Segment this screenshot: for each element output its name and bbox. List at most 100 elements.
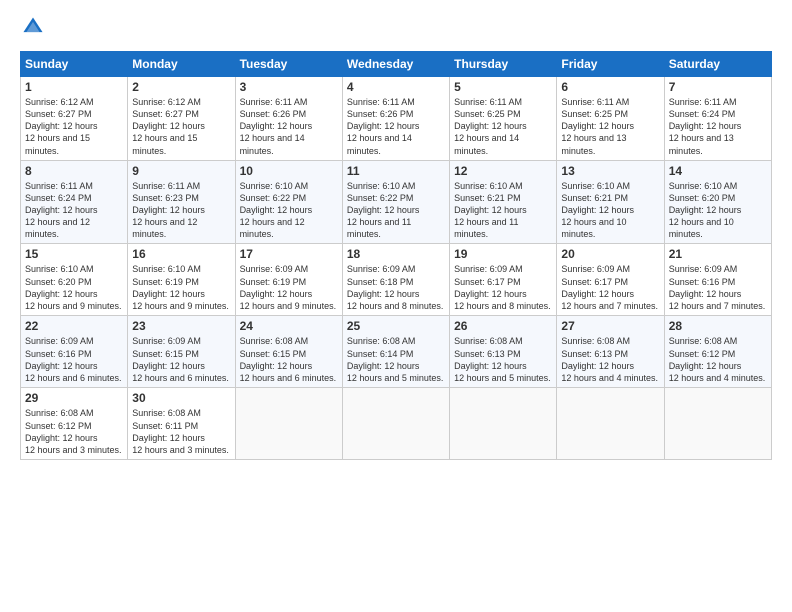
day-info: Sunrise: 6:08 AMSunset: 6:13 PMDaylight:… — [454, 335, 552, 384]
day-info: Sunrise: 6:08 AMSunset: 6:13 PMDaylight:… — [561, 335, 659, 384]
day-number: 3 — [240, 80, 338, 94]
day-cell: 22 Sunrise: 6:09 AMSunset: 6:16 PMDayligh… — [21, 316, 128, 388]
day-cell: 21 Sunrise: 6:09 AMSunset: 6:16 PMDayligh… — [664, 244, 771, 316]
col-header-wednesday: Wednesday — [342, 52, 449, 77]
day-info: Sunrise: 6:09 AMSunset: 6:18 PMDaylight:… — [347, 263, 445, 312]
day-cell: 4 Sunrise: 6:11 AMSunset: 6:26 PMDaylight… — [342, 77, 449, 161]
day-info: Sunrise: 6:12 AMSunset: 6:27 PMDaylight:… — [25, 96, 123, 157]
day-cell: 24 Sunrise: 6:08 AMSunset: 6:15 PMDayligh… — [235, 316, 342, 388]
day-number: 27 — [561, 319, 659, 333]
day-cell: 8 Sunrise: 6:11 AMSunset: 6:24 PMDaylight… — [21, 160, 128, 244]
day-number: 13 — [561, 164, 659, 178]
day-number: 11 — [347, 164, 445, 178]
day-number: 30 — [132, 391, 230, 405]
header — [20, 16, 772, 43]
day-cell: 15 Sunrise: 6:10 AMSunset: 6:20 PMDayligh… — [21, 244, 128, 316]
logo — [20, 16, 46, 43]
day-info: Sunrise: 6:10 AMSunset: 6:22 PMDaylight:… — [347, 180, 445, 241]
day-cell: 7 Sunrise: 6:11 AMSunset: 6:24 PMDaylight… — [664, 77, 771, 161]
calendar-table: SundayMondayTuesdayWednesdayThursdayFrid… — [20, 51, 772, 460]
day-info: Sunrise: 6:08 AMSunset: 6:11 PMDaylight:… — [132, 407, 230, 456]
day-number: 8 — [25, 164, 123, 178]
day-number: 10 — [240, 164, 338, 178]
day-cell: 30 Sunrise: 6:08 AMSunset: 6:11 PMDayligh… — [128, 388, 235, 460]
day-info: Sunrise: 6:11 AMSunset: 6:24 PMDaylight:… — [25, 180, 123, 241]
day-number: 23 — [132, 319, 230, 333]
day-number: 4 — [347, 80, 445, 94]
day-cell — [557, 388, 664, 460]
day-info: Sunrise: 6:09 AMSunset: 6:15 PMDaylight:… — [132, 335, 230, 384]
day-cell — [450, 388, 557, 460]
day-cell: 12 Sunrise: 6:10 AMSunset: 6:21 PMDayligh… — [450, 160, 557, 244]
day-info: Sunrise: 6:12 AMSunset: 6:27 PMDaylight:… — [132, 96, 230, 157]
day-info: Sunrise: 6:10 AMSunset: 6:22 PMDaylight:… — [240, 180, 338, 241]
day-info: Sunrise: 6:09 AMSunset: 6:19 PMDaylight:… — [240, 263, 338, 312]
day-cell: 9Sunrise: 6:11 AMSunset: 6:23 PMDaylight… — [128, 160, 235, 244]
day-cell: 5 Sunrise: 6:11 AMSunset: 6:25 PMDaylight… — [450, 77, 557, 161]
day-info: Sunrise: 6:09 AMSunset: 6:16 PMDaylight:… — [669, 263, 767, 312]
day-cell — [664, 388, 771, 460]
day-number: 15 — [25, 247, 123, 261]
day-cell: 16 Sunrise: 6:10 AMSunset: 6:19 PMDayligh… — [128, 244, 235, 316]
day-cell: 17 Sunrise: 6:09 AMSunset: 6:19 PMDayligh… — [235, 244, 342, 316]
day-info: Sunrise: 6:09 AMSunset: 6:17 PMDaylight:… — [454, 263, 552, 312]
day-cell: 20 Sunrise: 6:09 AMSunset: 6:17 PMDayligh… — [557, 244, 664, 316]
day-info: Sunrise: 6:08 AMSunset: 6:15 PMDaylight:… — [240, 335, 338, 384]
day-number: 20 — [561, 247, 659, 261]
day-cell: 14 Sunrise: 6:10 AMSunset: 6:20 PMDayligh… — [664, 160, 771, 244]
day-info: Sunrise: 6:10 AMSunset: 6:20 PMDaylight:… — [669, 180, 767, 241]
day-info: Sunrise: 6:09 AMSunset: 6:16 PMDaylight:… — [25, 335, 123, 384]
day-number: 22 — [25, 319, 123, 333]
col-header-friday: Friday — [557, 52, 664, 77]
day-info: Sunrise: 6:10 AMSunset: 6:20 PMDaylight:… — [25, 263, 123, 312]
day-info: Sunrise: 6:10 AMSunset: 6:19 PMDaylight:… — [132, 263, 230, 312]
day-cell: 1 Sunrise: 6:12 AMSunset: 6:27 PMDaylight… — [21, 77, 128, 161]
week-row-4: 22 Sunrise: 6:09 AMSunset: 6:16 PMDayligh… — [21, 316, 772, 388]
day-info: Sunrise: 6:11 AMSunset: 6:23 PMDaylight:… — [132, 180, 230, 241]
day-info: Sunrise: 6:08 AMSunset: 6:12 PMDaylight:… — [669, 335, 767, 384]
logo-icon — [22, 16, 44, 38]
day-cell: 3Sunrise: 6:11 AMSunset: 6:26 PMDaylight… — [235, 77, 342, 161]
day-cell: 13 Sunrise: 6:10 AMSunset: 6:21 PMDayligh… — [557, 160, 664, 244]
day-number: 24 — [240, 319, 338, 333]
week-row-3: 15 Sunrise: 6:10 AMSunset: 6:20 PMDayligh… — [21, 244, 772, 316]
day-cell — [342, 388, 449, 460]
day-cell: 19 Sunrise: 6:09 AMSunset: 6:17 PMDayligh… — [450, 244, 557, 316]
day-number: 1 — [25, 80, 123, 94]
col-header-thursday: Thursday — [450, 52, 557, 77]
day-cell — [235, 388, 342, 460]
day-info: Sunrise: 6:10 AMSunset: 6:21 PMDaylight:… — [454, 180, 552, 241]
day-cell: 23 Sunrise: 6:09 AMSunset: 6:15 PMDayligh… — [128, 316, 235, 388]
day-cell: 10 Sunrise: 6:10 AMSunset: 6:22 PMDayligh… — [235, 160, 342, 244]
day-cell: 27 Sunrise: 6:08 AMSunset: 6:13 PMDayligh… — [557, 316, 664, 388]
week-row-1: 1 Sunrise: 6:12 AMSunset: 6:27 PMDaylight… — [21, 77, 772, 161]
day-number: 25 — [347, 319, 445, 333]
day-cell: 6 Sunrise: 6:11 AMSunset: 6:25 PMDaylight… — [557, 77, 664, 161]
day-number: 6 — [561, 80, 659, 94]
day-number: 7 — [669, 80, 767, 94]
day-cell: 28 Sunrise: 6:08 AMSunset: 6:12 PMDayligh… — [664, 316, 771, 388]
col-header-saturday: Saturday — [664, 52, 771, 77]
col-header-sunday: Sunday — [21, 52, 128, 77]
day-info: Sunrise: 6:11 AMSunset: 6:26 PMDaylight:… — [347, 96, 445, 157]
day-info: Sunrise: 6:10 AMSunset: 6:21 PMDaylight:… — [561, 180, 659, 241]
day-number: 28 — [669, 319, 767, 333]
day-info: Sunrise: 6:09 AMSunset: 6:17 PMDaylight:… — [561, 263, 659, 312]
day-cell: 11 Sunrise: 6:10 AMSunset: 6:22 PMDayligh… — [342, 160, 449, 244]
day-number: 26 — [454, 319, 552, 333]
day-number: 12 — [454, 164, 552, 178]
day-info: Sunrise: 6:11 AMSunset: 6:24 PMDaylight:… — [669, 96, 767, 157]
day-number: 17 — [240, 247, 338, 261]
day-info: Sunrise: 6:11 AMSunset: 6:25 PMDaylight:… — [454, 96, 552, 157]
day-number: 5 — [454, 80, 552, 94]
day-number: 29 — [25, 391, 123, 405]
week-row-5: 29 Sunrise: 6:08 AMSunset: 6:12 PMDayligh… — [21, 388, 772, 460]
day-number: 14 — [669, 164, 767, 178]
day-info: Sunrise: 6:11 AMSunset: 6:25 PMDaylight:… — [561, 96, 659, 157]
header-row: SundayMondayTuesdayWednesdayThursdayFrid… — [21, 52, 772, 77]
day-number: 19 — [454, 247, 552, 261]
day-info: Sunrise: 6:08 AMSunset: 6:12 PMDaylight:… — [25, 407, 123, 456]
day-number: 16 — [132, 247, 230, 261]
day-number: 21 — [669, 247, 767, 261]
page: SundayMondayTuesdayWednesdayThursdayFrid… — [0, 0, 792, 612]
